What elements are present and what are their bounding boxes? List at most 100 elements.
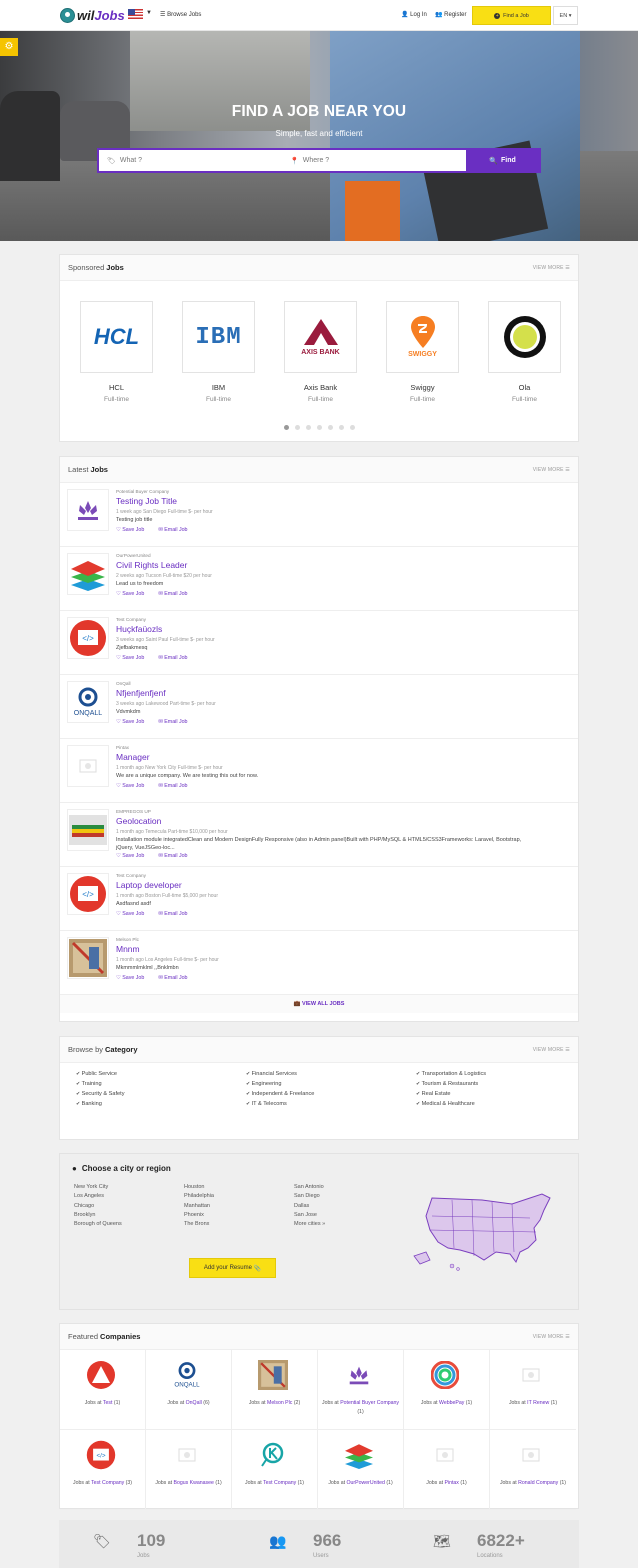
city-link[interactable]: The Bronx	[184, 1221, 294, 1227]
job-description: Vdvmkdm	[116, 709, 141, 715]
more-cities-link[interactable]: More cities »	[294, 1221, 404, 1227]
company-card[interactable]: Jobs at IT Renew (1)	[490, 1350, 576, 1430]
city-link[interactable]: Dallas	[294, 1203, 404, 1209]
city-link[interactable]: Manhattan	[184, 1203, 294, 1209]
carousel-dots[interactable]	[60, 417, 578, 435]
save-job-button[interactable]: ♡ Save Job	[116, 655, 151, 661]
find-button[interactable]: 🔍 Find	[466, 150, 539, 171]
register-link[interactable]: 👥 Register	[435, 11, 467, 18]
company-logo[interactable]: </>	[67, 873, 109, 915]
city-link[interactable]: Borough of Queens	[74, 1221, 184, 1227]
category-link[interactable]: Real Estate	[416, 1091, 586, 1097]
city-link[interactable]: Brooklyn	[74, 1212, 184, 1218]
city-link[interactable]: Phoenix	[184, 1212, 294, 1218]
save-job-button[interactable]: ♡ Save Job	[116, 853, 151, 859]
company-card[interactable]: Jobs at WebbePay (1)	[404, 1350, 490, 1430]
sponsored-item[interactable]: HCL HCL Full-time	[80, 281, 153, 403]
company-card[interactable]: Jobs at Test Company (1)	[232, 1430, 318, 1510]
sponsored-item[interactable]: Ola Full-time	[488, 281, 561, 403]
company-logo[interactable]	[67, 809, 109, 851]
city-link[interactable]: Chicago	[74, 1203, 184, 1209]
job-title-link[interactable]: Laptop developer	[116, 880, 182, 890]
save-job-button[interactable]: ♡ Save Job	[116, 911, 151, 917]
save-job-button[interactable]: ♡ Save Job	[116, 975, 151, 981]
category-link[interactable]: Training	[76, 1081, 246, 1087]
city-link[interactable]: San Jose	[294, 1212, 404, 1218]
view-more-link[interactable]: VIEW MORE ☰	[533, 265, 570, 271]
city-link[interactable]: Philadelphia	[184, 1193, 294, 1199]
save-job-button[interactable]: ♡ Save Job	[116, 783, 151, 789]
email-job-button[interactable]: ✉ Email Job	[158, 655, 194, 661]
us-flag-icon[interactable]	[128, 9, 143, 19]
company-card[interactable]: Jobs at Test (1)	[60, 1350, 146, 1430]
view-more-link[interactable]: VIEW MORE ☰	[533, 467, 570, 473]
job-title-link[interactable]: Testing Job Title	[116, 496, 177, 506]
category-link[interactable]: Tourism & Restaurants	[416, 1081, 586, 1087]
category-link[interactable]: Public Service	[76, 1071, 246, 1077]
browse-jobs-link[interactable]: ☰ Browse Jobs	[160, 11, 201, 18]
email-job-button[interactable]: ✉ Email Job	[158, 783, 194, 789]
what-field[interactable]: 🏷 What ?	[99, 150, 282, 171]
email-job-button[interactable]: ✉ Email Job	[158, 853, 194, 859]
add-resume-button[interactable]: Add your Resume 📎	[189, 1258, 276, 1278]
email-job-button[interactable]: ✉ Email Job	[158, 719, 194, 725]
job-title-link[interactable]: Nfjenfjenfjenf	[116, 688, 166, 698]
job-title-link[interactable]: Manager	[116, 752, 150, 762]
company-card[interactable]: Jobs at Potential Buyer Company (1)	[318, 1350, 404, 1430]
language-selector[interactable]: EN ▾	[553, 6, 578, 25]
chevron-down-icon[interactable]: ▼	[146, 10, 152, 16]
category-link[interactable]: Independent & Freelance	[246, 1091, 416, 1097]
sponsored-item[interactable]: IBM IBM Full-time	[182, 281, 255, 403]
where-field[interactable]: 📍 Where ?	[282, 150, 465, 171]
city-link[interactable]: New York City	[74, 1184, 184, 1190]
view-more-link[interactable]: VIEW MORE ☰	[533, 1334, 570, 1340]
find-a-job-button[interactable]: + Find a Job	[472, 6, 551, 25]
category-list: Public Service Financial Services Transp…	[60, 1063, 578, 1107]
category-link[interactable]: IT & Telecoms	[246, 1101, 416, 1107]
company-card[interactable]: Jobs at Bogus Kwanasee (1)	[146, 1430, 232, 1510]
company-logo[interactable]: ONQALL	[67, 681, 109, 723]
company-card[interactable]: </> Jobs at Test Company (3)	[60, 1430, 146, 1510]
category-link[interactable]: Banking	[76, 1101, 246, 1107]
email-job-button[interactable]: ✉ Email Job	[158, 591, 194, 597]
category-link[interactable]: Financial Services	[246, 1071, 416, 1077]
company-card[interactable]: Jobs at Melson Plc (2)	[232, 1350, 318, 1430]
view-more-link[interactable]: VIEW MORE ☰	[533, 1047, 570, 1053]
company-card[interactable]: Jobs at Pintax (1)	[404, 1430, 490, 1510]
company-logo[interactable]	[67, 553, 109, 595]
company-logo[interactable]	[67, 745, 109, 787]
city-link[interactable]: San Diego	[294, 1193, 404, 1199]
company-logo[interactable]: </>	[67, 617, 109, 659]
company-card[interactable]: Jobs at OurPowerUnited (1)	[318, 1430, 404, 1510]
category-link[interactable]: Security & Safety	[76, 1091, 246, 1097]
login-link[interactable]: 👤 Log In	[401, 11, 427, 18]
category-link[interactable]: Engineering	[246, 1081, 416, 1087]
city-link[interactable]: Los Angeles	[74, 1193, 184, 1199]
view-all-jobs-link[interactable]: 💼 VIEW ALL JOBS	[60, 995, 578, 1013]
job-title-link[interactable]: Mnnm	[116, 944, 140, 954]
sponsored-item[interactable]: SWIGGY Swiggy Full-time	[386, 281, 459, 403]
category-link[interactable]: Transportation & Logistics	[416, 1071, 586, 1077]
city-link[interactable]: San Antonio	[294, 1184, 404, 1190]
gear-icon[interactable]: ⚙	[0, 38, 18, 56]
save-job-button[interactable]: ♡ Save Job	[116, 527, 151, 533]
city-link[interactable]: Houston	[184, 1184, 294, 1190]
company-logo[interactable]	[67, 937, 109, 979]
email-job-button[interactable]: ✉ Email Job	[158, 911, 194, 917]
company-logo[interactable]	[67, 489, 109, 531]
job-title-link[interactable]: Civil Rights Leader	[116, 560, 187, 570]
company-card[interactable]: Jobs at Ronald Company (1)	[490, 1430, 576, 1510]
sponsored-item[interactable]: AXIS BANK Axis Bank Full-time	[284, 281, 357, 403]
hero-banner: ⚙ FIND A JOB NEAR YOU Simple, fast and e…	[0, 31, 638, 241]
job-title-link[interactable]: Geolocation	[116, 816, 161, 826]
email-job-button[interactable]: ✉ Email Job	[158, 527, 194, 533]
svg-text:</>: </>	[82, 634, 94, 643]
site-logo[interactable]: wilJobs	[60, 6, 125, 25]
us-map[interactable]	[412, 1190, 554, 1272]
save-job-button[interactable]: ♡ Save Job	[116, 591, 151, 597]
email-job-button[interactable]: ✉ Email Job	[158, 975, 194, 981]
save-job-button[interactable]: ♡ Save Job	[116, 719, 151, 725]
company-card[interactable]: ONQALL Jobs at OnQall (6)	[146, 1350, 232, 1430]
job-title-link[interactable]: Huçkfaüozls	[116, 624, 162, 634]
category-link[interactable]: Medical & Healthcare	[416, 1101, 586, 1107]
